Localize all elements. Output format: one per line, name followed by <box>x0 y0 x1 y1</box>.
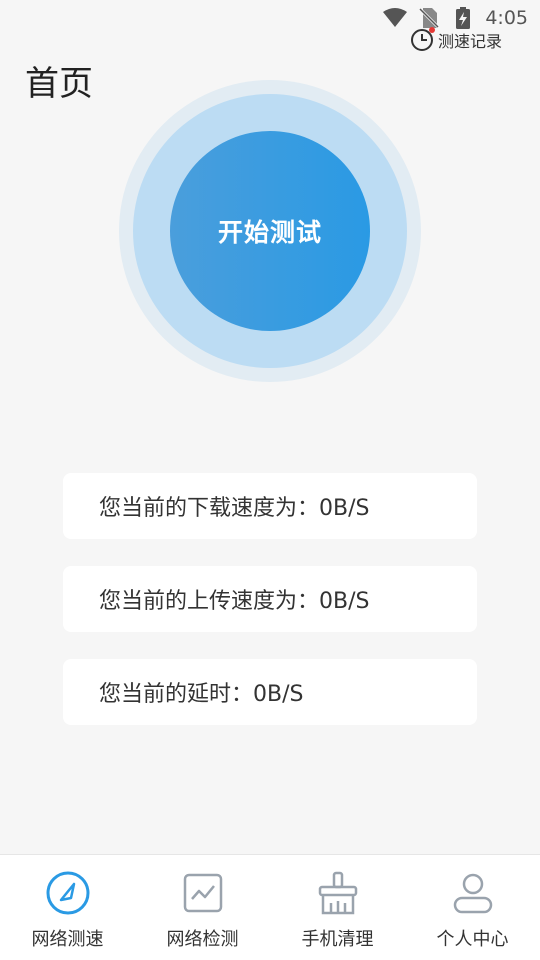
latency-text: 您当前的延时：0B/S <box>99 682 304 707</box>
download-speed-text: 您当前的下载速度为：0B/S <box>99 496 370 521</box>
start-test-label: 开始测试 <box>217 218 322 247</box>
clock-icon <box>410 27 435 52</box>
wifi-icon <box>383 7 408 29</box>
chart-line-icon <box>179 869 227 917</box>
latency-card: 您当前的延时：0B/S <box>63 659 477 725</box>
nav-label-profile: 个人中心 <box>436 929 509 950</box>
nav-item-network-check[interactable]: 网络检测 <box>135 855 270 960</box>
speed-record-button[interactable]: 测速记录 <box>410 27 502 52</box>
nav-item-speed-test[interactable]: 网络测速 <box>0 855 135 960</box>
download-speed-card: 您当前的下载速度为：0B/S <box>63 473 477 539</box>
nav-item-profile[interactable]: 个人中心 <box>405 855 540 960</box>
nav-label-speed-test: 网络测速 <box>31 929 104 950</box>
speed-record-label: 测速记录 <box>437 32 502 51</box>
speedometer-icon <box>44 869 92 917</box>
bottom-nav: 网络测速 网络检测 手机清理 个人中心 <box>0 854 540 960</box>
upload-speed-card: 您当前的上传速度为：0B/S <box>63 566 477 632</box>
status-time: 4:05 <box>485 7 528 29</box>
battery-charging-icon <box>451 7 475 29</box>
nav-label-phone-clean: 手机清理 <box>301 929 374 950</box>
no-sim-icon <box>417 7 441 29</box>
broom-icon <box>314 869 362 917</box>
nav-label-network-check: 网络检测 <box>166 929 239 950</box>
page-title: 首页 <box>25 64 93 104</box>
nav-item-phone-clean[interactable]: 手机清理 <box>270 855 405 960</box>
start-test-button[interactable]: 开始测试 <box>170 131 370 331</box>
person-icon <box>449 869 497 917</box>
upload-speed-text: 您当前的上传速度为：0B/S <box>99 589 370 614</box>
